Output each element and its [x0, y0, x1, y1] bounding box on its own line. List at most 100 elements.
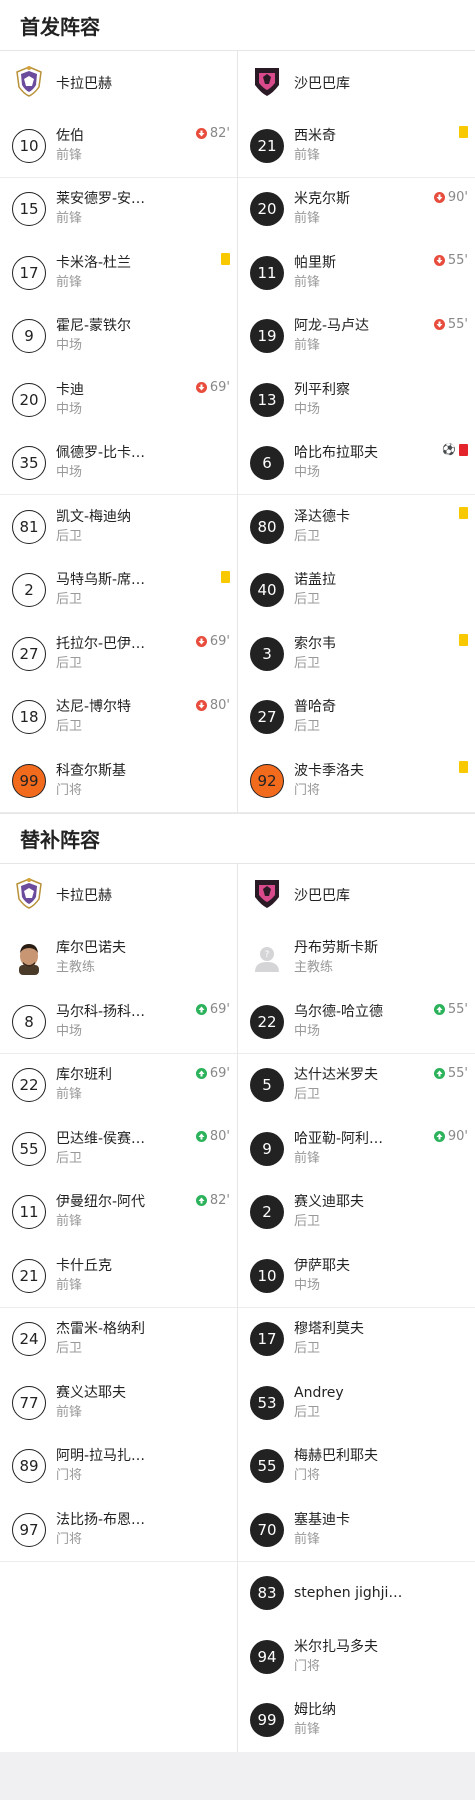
- coach-name: 库尔巴诺夫: [56, 940, 126, 957]
- jersey-number: 13: [250, 382, 284, 417]
- player-events: 80': [195, 1129, 230, 1144]
- player-row[interactable]: 27 普哈奇 后卫: [238, 686, 475, 750]
- player-row[interactable]: 18 达尼-博尔特 后卫 80': [0, 686, 237, 750]
- jersey-number: 15: [12, 192, 46, 227]
- player-events: [221, 253, 230, 265]
- player-row[interactable]: 89 阿明-拉马扎… 门将: [0, 1435, 237, 1499]
- player-name: 姆比纳: [294, 1702, 336, 1719]
- player-row[interactable]: 2 马特乌斯-席… 后卫: [0, 559, 237, 623]
- player-row[interactable]: 70 塞基迪卡 前锋: [238, 1498, 475, 1562]
- player-row[interactable]: 3 索尔韦 后卫: [238, 622, 475, 686]
- player-name: 西米奇: [294, 127, 336, 144]
- red-card-icon: [459, 443, 468, 456]
- page-footer: [0, 1752, 475, 1800]
- sub-minute: 80': [209, 697, 230, 713]
- player-position: 后卫: [56, 1341, 83, 1357]
- player-row[interactable]: 27 托拉尔-巴伊… 后卫 69': [0, 622, 237, 686]
- player-row[interactable]: 15 莱安德罗-安… 前锋: [0, 178, 237, 242]
- player-row[interactable]: 8 马尔科-扬科… 中场 69': [0, 990, 237, 1054]
- player-position: 前锋: [56, 1214, 83, 1230]
- player-name: 普哈奇: [294, 699, 336, 716]
- player-name: 杰雷米-格纳利: [56, 1321, 146, 1338]
- player-position: 前锋: [56, 1404, 83, 1420]
- sub-minute: 69': [209, 380, 230, 395]
- player-row[interactable]: 11 帕里斯 前锋 55': [238, 241, 475, 305]
- player-row[interactable]: 97 法比扬-布恩… 门将: [0, 1498, 237, 1562]
- player-row[interactable]: 24 杰雷米-格纳利 后卫: [0, 1308, 237, 1372]
- jersey-number: 8: [12, 1004, 46, 1039]
- player-position: 后卫: [56, 528, 83, 544]
- sub-out-icon: [195, 382, 207, 393]
- jersey-number: 53: [250, 1385, 284, 1420]
- player-row[interactable]: 11 伊曼纽尔-阿代 前锋 82': [0, 1181, 237, 1245]
- away-coach-row[interactable]: ? 丹布劳斯卡斯 主教练: [238, 927, 475, 991]
- jersey-number: 94: [250, 1639, 284, 1674]
- coach-name: 丹布劳斯卡斯: [294, 940, 378, 957]
- player-row[interactable]: 6 哈比布拉耶夫 中场 ⚽: [238, 432, 475, 496]
- player-events: [459, 507, 468, 519]
- home-coach-row[interactable]: 库尔巴诺夫 主教练: [0, 927, 237, 991]
- player-row[interactable]: 77 赛义达耶夫 前锋: [0, 1371, 237, 1435]
- player-row[interactable]: 53 Andrey 后卫: [238, 1371, 475, 1435]
- player-position: 前锋: [294, 1150, 321, 1166]
- jersey-number: 10: [12, 128, 46, 163]
- jersey-number: 83: [250, 1576, 284, 1611]
- player-row[interactable]: 94 米尔扎马多夫 门将: [238, 1625, 475, 1689]
- home-team-header[interactable]: 卡拉巴赫: [0, 51, 237, 114]
- player-events: 69': [195, 634, 230, 649]
- player-row[interactable]: 9 哈亚勒-阿利… 前锋 90': [238, 1117, 475, 1181]
- home-subs-team-header[interactable]: 卡拉巴赫: [0, 864, 237, 927]
- player-row[interactable]: 20 米克尔斯 前锋 90': [238, 178, 475, 242]
- player-events: 69': [195, 1066, 230, 1081]
- player-row[interactable]: 55 梅赫巴利耶夫 门将: [238, 1435, 475, 1499]
- player-events: 55': [433, 1065, 468, 1081]
- player-row[interactable]: 55 巴达维-侯赛… 后卫 80': [0, 1117, 237, 1181]
- player-row[interactable]: 99 科查尔斯基 门将: [0, 749, 237, 813]
- player-row[interactable]: 92 波卡季洛夫 门将: [238, 749, 475, 813]
- away-team-header[interactable]: 沙巴巴库: [238, 51, 475, 114]
- jersey-number: 27: [250, 700, 284, 735]
- player-row[interactable]: 20 卡迪 中场 69': [0, 368, 237, 432]
- player-row[interactable]: 81 凯文-梅迪纳 后卫: [0, 495, 237, 559]
- jersey-number: 20: [12, 382, 46, 417]
- player-row[interactable]: 21 西米奇 前锋: [238, 114, 475, 178]
- jersey-number: 97: [12, 1512, 46, 1547]
- player-position: 前锋: [294, 211, 321, 227]
- player-events: [459, 761, 468, 773]
- player-row[interactable]: 10 佐伯 前锋 82': [0, 114, 237, 178]
- player-name: 穆塔利莫夫: [294, 1321, 364, 1338]
- player-row[interactable]: 5 达什达米罗夫 后卫 55': [238, 1054, 475, 1118]
- player-row[interactable]: 99 姆比纳 前锋: [238, 1689, 475, 1753]
- jersey-number: 99: [250, 1703, 284, 1738]
- player-row[interactable]: 35 佩德罗-比卡… 中场: [0, 432, 237, 496]
- away-subs-team-header[interactable]: 沙巴巴库: [238, 864, 475, 927]
- sub-minute: 55': [447, 1065, 468, 1081]
- sub-minute: 90': [447, 189, 468, 205]
- player-row[interactable]: 22 库尔班利 前锋 69': [0, 1054, 237, 1118]
- svg-text:?: ?: [265, 950, 270, 960]
- player-row[interactable]: 19 阿龙-马卢达 前锋 55': [238, 305, 475, 369]
- player-position: 后卫: [294, 1404, 321, 1420]
- player-name: 霍尼-蒙铁尔: [56, 318, 132, 335]
- qarabag-logo-icon: [14, 877, 44, 913]
- player-events: 90': [433, 189, 468, 205]
- player-row[interactable]: 22 乌尔德-哈立德 中场 55': [238, 990, 475, 1054]
- yellow-card-icon: [459, 126, 468, 138]
- starting-lineup: 卡拉巴赫 10 佐伯 前锋 82' 15 莱安德罗-安… 前锋 17 卡米洛-杜兰 前锋 9 霍尼-蒙…: [0, 51, 475, 813]
- player-row[interactable]: 80 泽达德卡 后卫: [238, 495, 475, 559]
- player-row[interactable]: 17 卡米洛-杜兰 前锋: [0, 241, 237, 305]
- player-row[interactable]: 21 卡什丘克 前锋: [0, 1244, 237, 1308]
- player-row[interactable]: 9 霍尼-蒙铁尔 中场: [0, 305, 237, 369]
- sub-in-icon: [433, 1131, 445, 1142]
- player-row[interactable]: 17 穆塔利莫夫 后卫: [238, 1308, 475, 1372]
- player-position: 前锋: [56, 147, 83, 163]
- player-row[interactable]: 10 伊萨耶夫 中场: [238, 1244, 475, 1308]
- yellow-card-icon: [221, 570, 230, 583]
- player-name: 索尔韦: [294, 635, 336, 652]
- player-row[interactable]: 13 列平利察 中场: [238, 368, 475, 432]
- jersey-number: 55: [12, 1131, 46, 1166]
- player-row[interactable]: 2 赛义迪耶夫 后卫: [238, 1181, 475, 1245]
- player-row[interactable]: 83 stephen jighji…: [238, 1562, 475, 1626]
- player-row[interactable]: 40 诺盖拉 后卫: [238, 559, 475, 623]
- player-name: 巴达维-侯赛…: [56, 1130, 146, 1147]
